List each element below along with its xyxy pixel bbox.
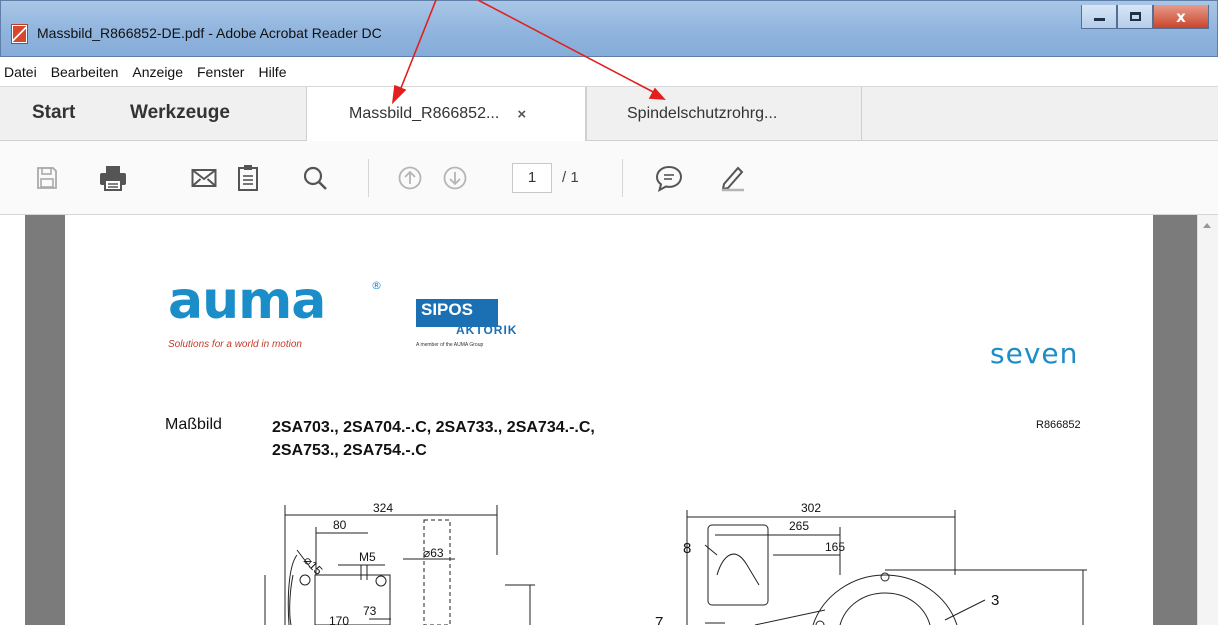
menu-hilfe[interactable]: Hilfe: [258, 64, 286, 80]
page-total: / 1: [562, 169, 579, 186]
highlighter-icon: [721, 166, 744, 192]
dim-165: 165: [825, 540, 845, 554]
printer-icon: [100, 166, 126, 191]
dim-302: 302: [801, 501, 821, 515]
pdf-page: auma ® Solutions for a world in motion S…: [65, 215, 1153, 625]
pdf-app-icon: [11, 24, 28, 44]
arrow-up-circle-icon: [398, 166, 422, 190]
tab-bar: Start Werkzeuge Massbild_R866852... × Sp…: [0, 87, 1218, 141]
print-button[interactable]: [96, 161, 130, 195]
close-icon: x: [1176, 7, 1186, 26]
dim-m5: M5: [359, 550, 376, 564]
search-icon: [303, 166, 327, 190]
save-button[interactable]: [34, 161, 60, 195]
minimize-button[interactable]: [1081, 5, 1117, 29]
menu-fenster[interactable]: Fenster: [197, 64, 244, 80]
comment-icon: [655, 165, 683, 192]
menu-bar: Datei Bearbeiten Anzeige Fenster Hilfe: [0, 57, 1218, 87]
callout-8: 8: [683, 540, 691, 557]
tab-document-massbild[interactable]: Massbild_R866852... ×: [306, 87, 586, 141]
comment-button[interactable]: [653, 161, 685, 195]
arrow-down-circle-icon: [443, 166, 467, 190]
email-button[interactable]: [189, 161, 219, 195]
technical-drawing: 324 80 ⌀63 M5 ⌀15 73 170 302 265 165 8 7…: [264, 501, 1087, 625]
dim-170: 170: [329, 614, 349, 625]
window-titlebar: Massbild_R866852-DE.pdf - Adobe Acrobat …: [0, 0, 1218, 57]
page-gutter-right: [1153, 215, 1197, 625]
tab-document-spindelschutz[interactable]: Spindelschutzrohrg...: [586, 87, 862, 141]
dim-80: 80: [333, 518, 347, 532]
toolbar: 1 / 1: [0, 141, 1218, 215]
dim-324: 324: [373, 501, 393, 515]
dim-63: ⌀63: [423, 546, 444, 560]
document-viewer[interactable]: auma ® Solutions for a world in motion S…: [0, 215, 1218, 625]
save-icon: [37, 167, 57, 189]
toolbar-separator: [622, 159, 623, 197]
window-title: Massbild_R866852-DE.pdf - Adobe Acrobat …: [37, 25, 382, 41]
tab-start[interactable]: Start: [32, 102, 75, 124]
callout-3: 3: [991, 592, 999, 609]
close-window-button[interactable]: x: [1153, 5, 1209, 29]
menu-datei[interactable]: Datei: [4, 64, 37, 80]
search-button[interactable]: [300, 161, 330, 195]
menu-bearbeiten[interactable]: Bearbeiten: [51, 64, 119, 80]
dim-d15: ⌀15: [301, 553, 326, 578]
maximize-icon: [1129, 12, 1141, 21]
minimize-icon: [1093, 18, 1105, 21]
dim-73: 73: [363, 604, 377, 618]
page-gutter-left: [25, 215, 65, 625]
clipboard-icon: [238, 165, 258, 191]
close-tab-icon[interactable]: ×: [517, 106, 526, 123]
scroll-up-icon[interactable]: [1203, 223, 1211, 228]
next-page-button[interactable]: [440, 161, 470, 195]
callout-7: 7: [655, 614, 663, 625]
highlight-button[interactable]: [717, 161, 749, 195]
mail-icon: [191, 169, 217, 187]
page-number-input[interactable]: 1: [512, 163, 552, 193]
tab-tools[interactable]: Werkzeuge: [130, 102, 230, 124]
dim-265: 265: [789, 519, 809, 533]
tab-document-label: Massbild_R866852...: [349, 105, 500, 122]
menu-anzeige[interactable]: Anzeige: [132, 64, 183, 80]
toolbar-separator: [368, 159, 369, 197]
maximize-button[interactable]: [1117, 5, 1153, 29]
tab-document-label: Spindelschutzrohrg...: [627, 105, 778, 122]
clipboard-button[interactable]: [233, 161, 263, 195]
previous-page-button[interactable]: [395, 161, 425, 195]
window-controls: x: [1081, 5, 1209, 29]
vertical-scrollbar[interactable]: [1197, 215, 1218, 625]
